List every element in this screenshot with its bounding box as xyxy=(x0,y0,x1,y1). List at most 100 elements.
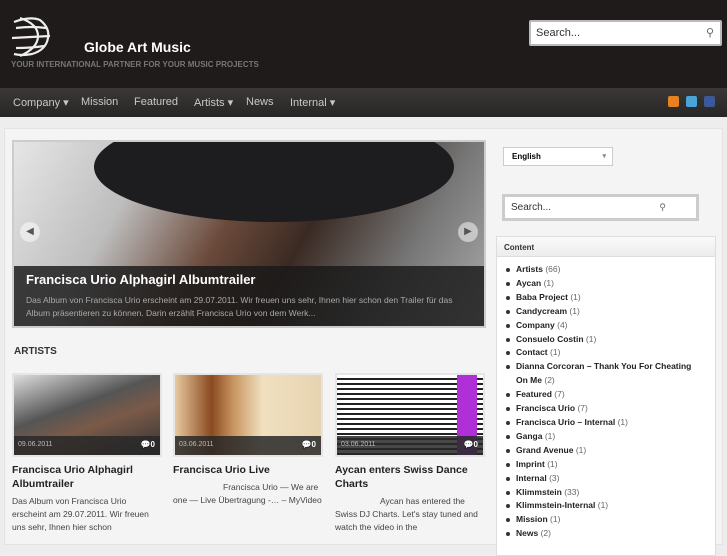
category-count: (1) xyxy=(585,333,597,344)
category-count: (1) xyxy=(575,444,587,455)
category-item[interactable]: Consuelo Costin (1) xyxy=(503,333,715,347)
artist-post-card[interactable]: 09.06.2011 💬0 Francisca Urio Alphagirl Al… xyxy=(12,373,162,534)
category-name[interactable]: Francisca Urio – Internal xyxy=(516,417,615,427)
category-item[interactable]: Mission (1) xyxy=(503,513,715,527)
slider-next-icon[interactable]: ▶ xyxy=(458,222,478,242)
category-item[interactable]: Candycream (1) xyxy=(503,305,715,319)
category-name[interactable]: Featured xyxy=(516,389,552,399)
nav-news[interactable]: News xyxy=(246,96,274,108)
widget-title: Content xyxy=(497,237,715,257)
post-thumbnail[interactable]: 03.06.2011 💬0 xyxy=(173,373,323,457)
category-count: (1) xyxy=(550,514,561,525)
category-count: (1) xyxy=(597,500,609,511)
nav-mission[interactable]: Mission xyxy=(81,96,118,108)
comment-count[interactable]: 💬0 xyxy=(464,440,478,449)
slider-prev-icon[interactable]: ◀ xyxy=(20,222,40,242)
category-item[interactable]: Francisca Urio (7) xyxy=(503,402,715,416)
language-value: English xyxy=(512,152,541,161)
category-name[interactable]: Consuelo Costin xyxy=(516,334,584,344)
category-item[interactable]: Featured (7) xyxy=(503,388,715,402)
category-item[interactable]: Ganga (1) xyxy=(503,430,715,444)
slide-title[interactable]: Francisca Urio Alphagirl Albumtrailer xyxy=(26,272,472,287)
language-select[interactable]: English ▾ xyxy=(503,147,613,166)
category-count: (1) xyxy=(569,305,580,316)
slide-caption: Francisca Urio Alphagirl Albumtrailer Da… xyxy=(14,266,484,326)
post-title[interactable]: Francisca Urio Live xyxy=(173,463,323,477)
post-thumbnail[interactable]: 03.06.2011 💬0 xyxy=(335,373,485,457)
site-header: Globe Art Music YOUR INTERNATIONAL PARTN… xyxy=(0,0,727,88)
category-name[interactable]: Grand Avenue xyxy=(516,445,573,455)
nav-artists[interactable]: Artists ▾ xyxy=(194,96,233,109)
twitter-icon[interactable] xyxy=(686,96,697,107)
category-count: (1) xyxy=(550,347,561,358)
search-placeholder: Search... xyxy=(536,27,581,39)
category-item[interactable]: Internal (3) xyxy=(503,472,715,486)
category-name[interactable]: Baba Project xyxy=(516,292,568,302)
category-item[interactable]: Contact (1) xyxy=(503,346,715,360)
category-item[interactable]: Grand Avenue (1) xyxy=(503,444,715,458)
category-name[interactable]: Aycan xyxy=(516,278,541,288)
category-name[interactable]: Klimmstein-Internal xyxy=(516,500,595,510)
category-name[interactable]: Company xyxy=(516,320,555,330)
site-title[interactable]: Globe Art Music xyxy=(84,39,191,55)
category-count: (1) xyxy=(543,277,554,288)
nav-featured[interactable]: Featured xyxy=(134,96,178,108)
search-icon[interactable]: ⚲ xyxy=(706,26,714,39)
header-search-input[interactable]: Search... ⚲ xyxy=(529,20,722,46)
category-name[interactable]: News xyxy=(516,528,538,538)
category-item[interactable]: Aycan (1) xyxy=(503,277,715,291)
comment-count[interactable]: 💬0 xyxy=(141,440,155,449)
category-count: (1) xyxy=(544,430,556,441)
category-count: (2) xyxy=(544,375,555,386)
main-nav: Company ▾ Mission Featured Artists ▾ New… xyxy=(0,88,727,117)
category-name[interactable]: Artists xyxy=(516,264,543,274)
comment-count[interactable]: 💬0 xyxy=(302,440,316,449)
category-count: (2) xyxy=(540,528,551,539)
category-name[interactable]: Ganga xyxy=(516,431,542,441)
category-name[interactable]: Internal xyxy=(516,473,547,483)
category-count: (1) xyxy=(547,458,558,469)
nav-internal[interactable]: Internal ▾ xyxy=(290,96,335,109)
category-item[interactable]: News (2) xyxy=(503,527,715,541)
category-name[interactable]: Contact xyxy=(516,347,548,357)
rss-icon[interactable] xyxy=(668,96,679,107)
search-placeholder: Search... xyxy=(511,202,552,213)
category-item[interactable]: Dianna Corcoran – Thank You For Cheating… xyxy=(503,360,715,388)
category-name[interactable]: Imprint xyxy=(516,459,545,469)
artists-heading: ARTISTS xyxy=(14,346,57,357)
category-count: (7) xyxy=(577,403,588,414)
category-item[interactable]: Klimmstein (33) xyxy=(503,486,715,500)
post-thumbnail[interactable]: 09.06.2011 💬0 xyxy=(12,373,162,457)
facebook-icon[interactable] xyxy=(704,96,715,107)
category-item[interactable]: Baba Project (1) xyxy=(503,291,715,305)
post-title[interactable]: Aycan enters Swiss Dance Charts xyxy=(335,463,485,491)
category-name[interactable]: Klimmstein xyxy=(516,487,562,497)
category-item[interactable]: Imprint (1) xyxy=(503,458,715,472)
category-name[interactable]: Francisca Urio xyxy=(516,403,575,413)
nav-company[interactable]: Company ▾ xyxy=(13,96,69,109)
artist-post-card[interactable]: 03.06.2011 💬0 Aycan enters Swiss Dance Ch… xyxy=(335,373,485,534)
category-count: (1) xyxy=(617,416,628,427)
category-count: (66) xyxy=(545,264,561,274)
category-item[interactable]: Artists (66) xyxy=(503,263,715,277)
post-date: 03.06.2011 xyxy=(341,441,376,448)
category-item[interactable]: Klimmstein-Internal (1) xyxy=(503,499,715,513)
category-name[interactable]: Candycream xyxy=(516,306,567,316)
featured-slider[interactable]: ◀ ▶ Francisca Urio Alphagirl Albumtraile… xyxy=(12,140,486,328)
globe-logo-icon[interactable] xyxy=(10,14,52,58)
category-count: (3) xyxy=(549,472,560,483)
post-date: 09.06.2011 xyxy=(18,441,53,448)
category-name[interactable]: Mission xyxy=(516,514,548,524)
category-name[interactable]: Dianna Corcoran – Thank You For Cheating… xyxy=(516,361,691,385)
artist-post-card[interactable]: 03.06.2011 💬0 Francisca Urio Live Francis… xyxy=(173,373,323,507)
sidebar-search-input[interactable]: Search... ⚲ xyxy=(502,194,699,221)
category-count: (33) xyxy=(564,486,580,497)
post-title[interactable]: Francisca Urio Alphagirl Albumtrailer xyxy=(12,463,162,491)
category-item[interactable]: Company (4) xyxy=(503,319,715,333)
slide-image xyxy=(94,142,454,222)
search-icon[interactable]: ⚲ xyxy=(659,202,666,213)
category-item[interactable]: Francisca Urio – Internal (1) xyxy=(503,416,715,430)
post-excerpt: Das Album von Francisca Urio erscheint a… xyxy=(12,496,149,532)
category-list: Artists (66) Aycan (1) Baba Project (1) Can… xyxy=(497,257,715,541)
post-excerpt: Aycan has entered the Swiss DJ Charts. L… xyxy=(335,496,478,532)
